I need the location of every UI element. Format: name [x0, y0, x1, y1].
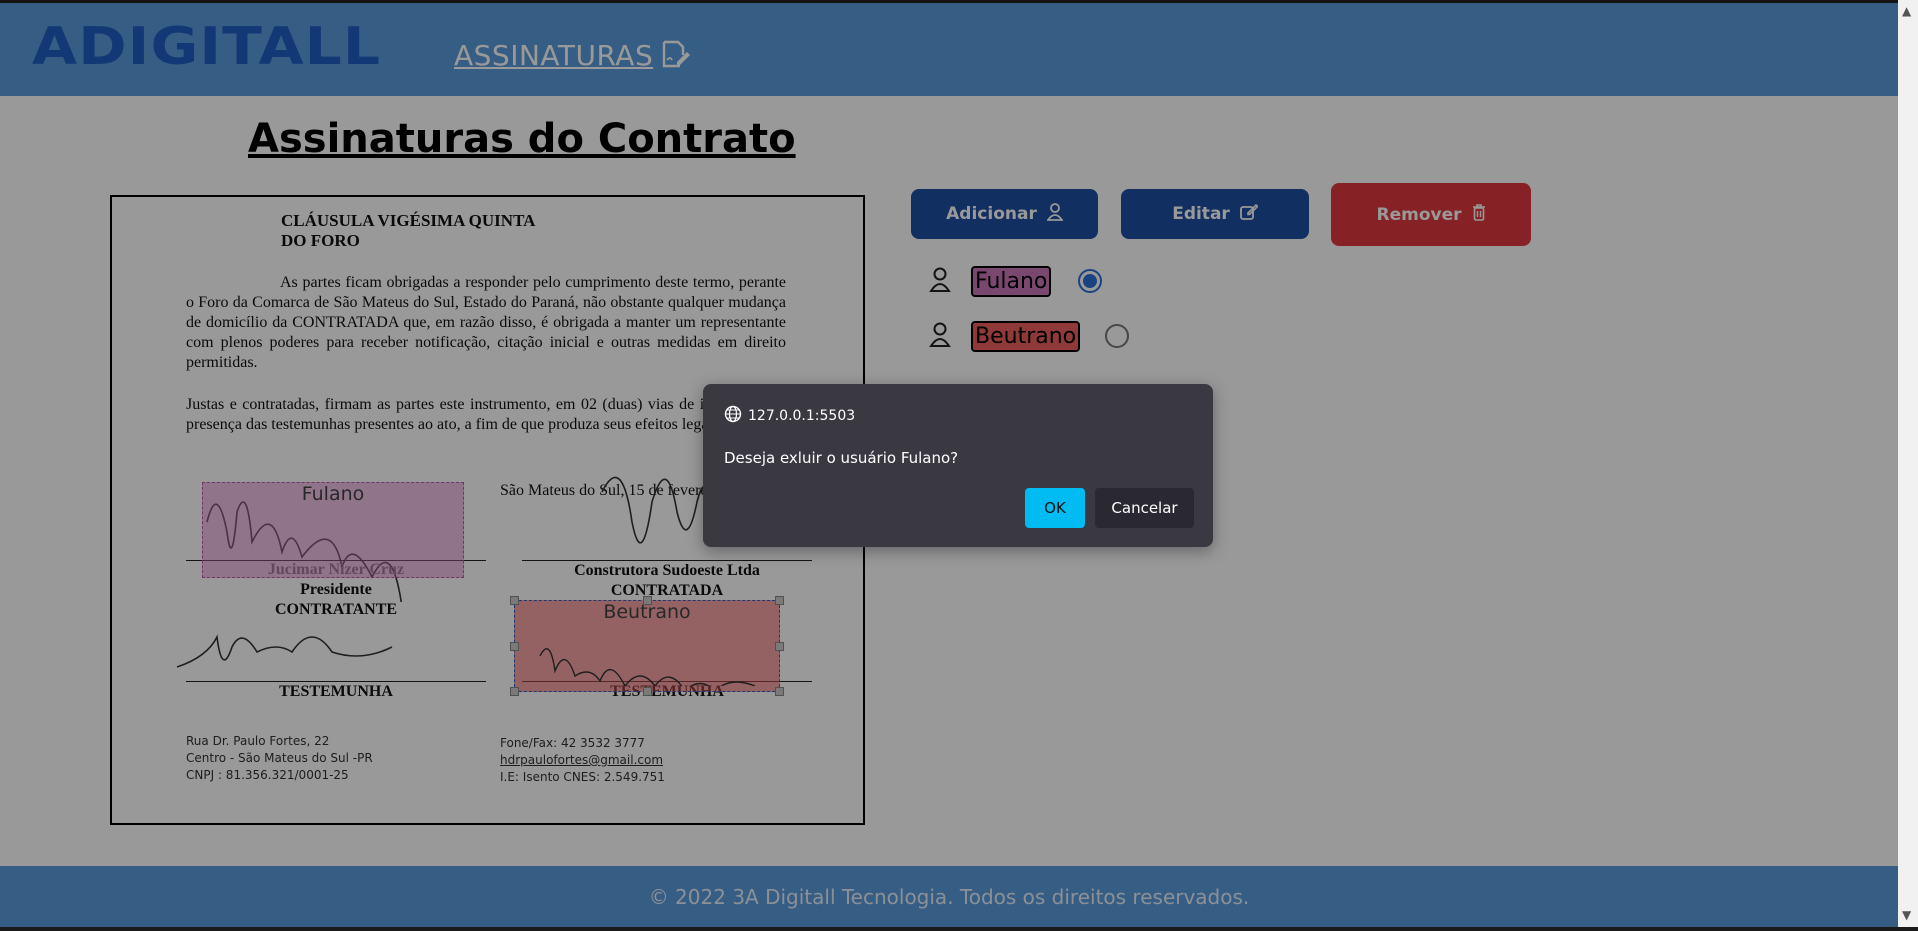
- dialog-origin: 127.0.0.1:5503: [724, 405, 855, 427]
- horizontal-scrollbar: [0, 927, 1918, 931]
- dialog-message: Deseja exluir o usuário Fulano?: [724, 449, 959, 467]
- vertical-scrollbar[interactable]: ▲ ▼: [1898, 0, 1918, 931]
- ok-button[interactable]: OK: [1025, 488, 1085, 528]
- globe-icon: [724, 405, 742, 427]
- scroll-up-arrow-icon[interactable]: ▲: [1902, 4, 1911, 18]
- cancel-button[interactable]: Cancelar: [1095, 488, 1194, 528]
- confirm-dialog: 127.0.0.1:5503 Deseja exluir o usuário F…: [703, 384, 1213, 547]
- scroll-down-arrow-icon[interactable]: ▼: [1902, 908, 1911, 922]
- dialog-origin-text: 127.0.0.1:5503: [748, 408, 856, 424]
